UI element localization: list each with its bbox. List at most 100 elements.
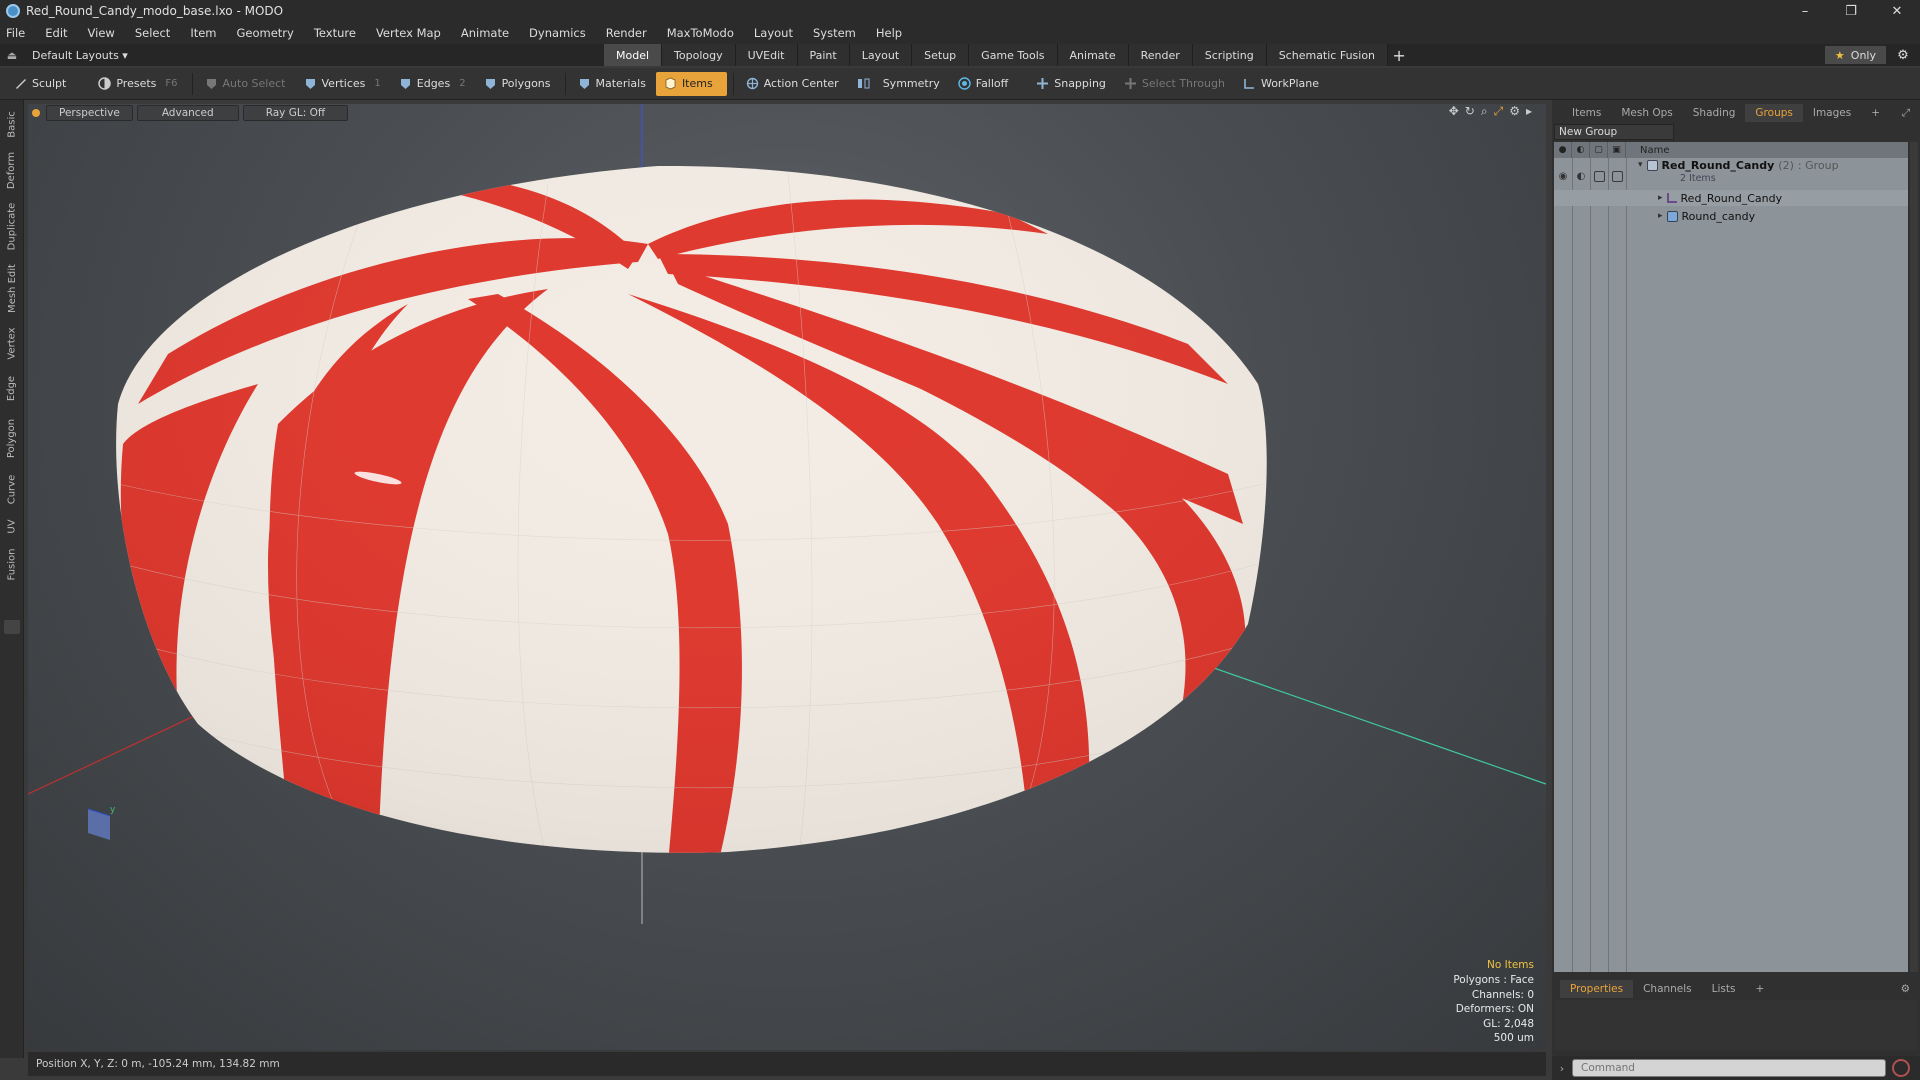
perspective-button[interactable]: Perspective xyxy=(46,105,133,121)
select-column-icon[interactable]: ▣ xyxy=(1608,142,1626,158)
left-tab-polygon[interactable]: Polygon xyxy=(0,410,24,466)
tab-uvedit[interactable]: UVEdit xyxy=(735,44,798,66)
tab-channels[interactable]: Channels xyxy=(1633,980,1702,998)
viewport-menu-icon[interactable]: ▸ xyxy=(1526,104,1532,119)
list-item[interactable]: ▸ Round_candy xyxy=(1554,208,1908,224)
menu-view[interactable]: View xyxy=(88,26,115,40)
minimize-button[interactable]: – xyxy=(1782,0,1828,22)
menu-layout[interactable]: Layout xyxy=(754,26,793,40)
menu-geometry[interactable]: Geometry xyxy=(237,26,294,40)
auto-select-button[interactable]: Auto Select xyxy=(197,72,294,96)
select-through-button[interactable]: Select Through xyxy=(1116,72,1233,96)
list-item[interactable]: ▸ Red_Round_Candy xyxy=(1554,190,1908,206)
tab-model[interactable]: Model xyxy=(604,44,663,66)
left-tab-mesh-edit[interactable]: Mesh Edit xyxy=(0,258,24,318)
tab-topology[interactable]: Topology xyxy=(662,44,736,66)
left-tab-edge[interactable]: Edge xyxy=(0,368,24,408)
menu-item[interactable]: Item xyxy=(190,26,216,40)
fit-icon[interactable]: ⤢ xyxy=(1494,104,1504,119)
tab-scripting[interactable]: Scripting xyxy=(1192,44,1267,66)
tab-properties[interactable]: Properties xyxy=(1560,980,1634,998)
command-stop-icon[interactable] xyxy=(1892,1059,1910,1077)
expand-icon[interactable]: ▸ xyxy=(1658,211,1663,221)
menu-help[interactable]: Help xyxy=(876,26,902,40)
workplane-button[interactable]: WorkPlane xyxy=(1235,72,1327,96)
command-input[interactable] xyxy=(1572,1059,1886,1077)
group-row[interactable]: ▾ Red_Round_Candy (2) : Group xyxy=(1554,158,1908,172)
symmetry-button[interactable]: Symmetry xyxy=(849,72,948,96)
polygons-button[interactable]: Polygons xyxy=(476,72,559,96)
panel-corner-icon[interactable] xyxy=(1552,104,1562,122)
vertices-button[interactable]: Vertices 1 xyxy=(296,72,389,96)
left-tab-curve[interactable]: Curve xyxy=(0,468,24,510)
edges-button[interactable]: Edges 2 xyxy=(391,72,474,96)
zoom-icon[interactable]: ⌕ xyxy=(1481,104,1488,119)
expand-icon[interactable]: ▸ xyxy=(1658,193,1663,203)
add-panel-tab-icon[interactable]: + xyxy=(1861,104,1890,122)
collapse-icon[interactable]: ▾ xyxy=(1638,160,1643,170)
group-list-header: ● ◐ ▢ ▣ Name xyxy=(1554,142,1908,158)
menu-texture[interactable]: Texture xyxy=(314,26,356,40)
new-group-button[interactable]: New Group xyxy=(1554,124,1674,140)
menu-system[interactable]: System xyxy=(813,26,856,40)
restore-button[interactable]: ❐ xyxy=(1828,0,1874,22)
rotate-icon[interactable]: ↻ xyxy=(1465,104,1475,119)
tab-paint[interactable]: Paint xyxy=(797,44,850,66)
left-tab-vertex[interactable]: Vertex xyxy=(0,320,24,366)
materials-button[interactable]: Materials xyxy=(570,72,654,96)
tab-animate[interactable]: Animate xyxy=(1057,44,1129,66)
pan-icon[interactable]: ✥ xyxy=(1449,104,1459,119)
tab-images[interactable]: Images xyxy=(1803,104,1861,122)
tab-render[interactable]: Render xyxy=(1128,44,1193,66)
tab-layout[interactable]: Layout xyxy=(849,44,913,66)
menu-select[interactable]: Select xyxy=(135,26,170,40)
left-tab-duplicate[interactable]: Duplicate xyxy=(0,196,24,256)
tab-lists[interactable]: Lists xyxy=(1702,980,1746,998)
lock-column-icon[interactable]: ▢ xyxy=(1590,142,1608,158)
tab-setup[interactable]: Setup xyxy=(912,44,970,66)
tab-shading[interactable]: Shading xyxy=(1683,104,1746,122)
menu-vertex-map[interactable]: Vertex Map xyxy=(376,26,441,40)
shading-button[interactable]: Advanced xyxy=(136,105,239,121)
menu-file[interactable]: File xyxy=(6,26,25,40)
menu-edit[interactable]: Edit xyxy=(45,26,67,40)
left-panel-toggle[interactable] xyxy=(4,620,20,634)
raygl-button[interactable]: Ray GL: Off xyxy=(242,105,349,121)
menu-maxtomodo[interactable]: MaxToModo xyxy=(667,26,734,40)
viewport-gear-icon[interactable]: ⚙ xyxy=(1509,104,1520,119)
only-button[interactable]: ★ Only xyxy=(1824,46,1886,64)
gear-icon[interactable]: ⚙ xyxy=(1894,46,1912,64)
properties-gear-icon[interactable]: ⚙ xyxy=(1891,980,1920,998)
sculpt-button[interactable]: Sculpt xyxy=(6,72,74,96)
panel-corner-icon[interactable] xyxy=(1552,980,1560,998)
tab-game-tools[interactable]: Game Tools xyxy=(969,44,1058,66)
group-list-scrollbar[interactable] xyxy=(1910,142,1918,972)
falloff-button[interactable]: Falloff xyxy=(950,72,1016,96)
close-button[interactable]: ✕ xyxy=(1874,0,1920,22)
tab-groups[interactable]: Groups xyxy=(1745,104,1803,122)
add-panel-tab-icon[interactable]: + xyxy=(1745,980,1774,998)
action-center-button[interactable]: Action Center xyxy=(738,72,847,96)
presets-button[interactable]: Presets F6 xyxy=(90,72,185,96)
menu-animate[interactable]: Animate xyxy=(461,26,509,40)
left-tab-basic[interactable]: Basic xyxy=(0,104,24,144)
left-tab-fusion[interactable]: Fusion xyxy=(0,542,24,586)
3d-viewport[interactable]: y Perspective Advanced Ray GL: Off ✥ ↻ ⌕… xyxy=(28,104,1546,1050)
left-tab-deform[interactable]: Deform xyxy=(0,146,24,194)
left-tab-uv[interactable]: UV xyxy=(0,512,24,540)
visibility-column-icon[interactable]: ● xyxy=(1554,142,1572,158)
tab-mesh-ops[interactable]: Mesh Ops xyxy=(1611,104,1682,122)
menu-dynamics[interactable]: Dynamics xyxy=(529,26,586,40)
layout-dropdown[interactable]: Default Layouts ▾ xyxy=(32,49,128,62)
edges-label: Edges xyxy=(416,77,451,90)
menu-render[interactable]: Render xyxy=(606,26,647,40)
panel-expand-icon[interactable]: ⤢ xyxy=(1892,104,1920,122)
items-button[interactable]: Items xyxy=(655,71,727,96)
tab-items[interactable]: Items xyxy=(1562,104,1611,122)
add-tab-icon[interactable]: + xyxy=(1388,44,1410,66)
snapping-button[interactable]: Snapping xyxy=(1028,72,1114,96)
layout-home-icon[interactable]: ⏏ xyxy=(0,44,24,66)
name-column-header[interactable]: Name xyxy=(1626,145,1670,156)
render-column-icon[interactable]: ◐ xyxy=(1572,142,1590,158)
tab-schematic-fusion[interactable]: Schematic Fusion xyxy=(1266,44,1389,66)
